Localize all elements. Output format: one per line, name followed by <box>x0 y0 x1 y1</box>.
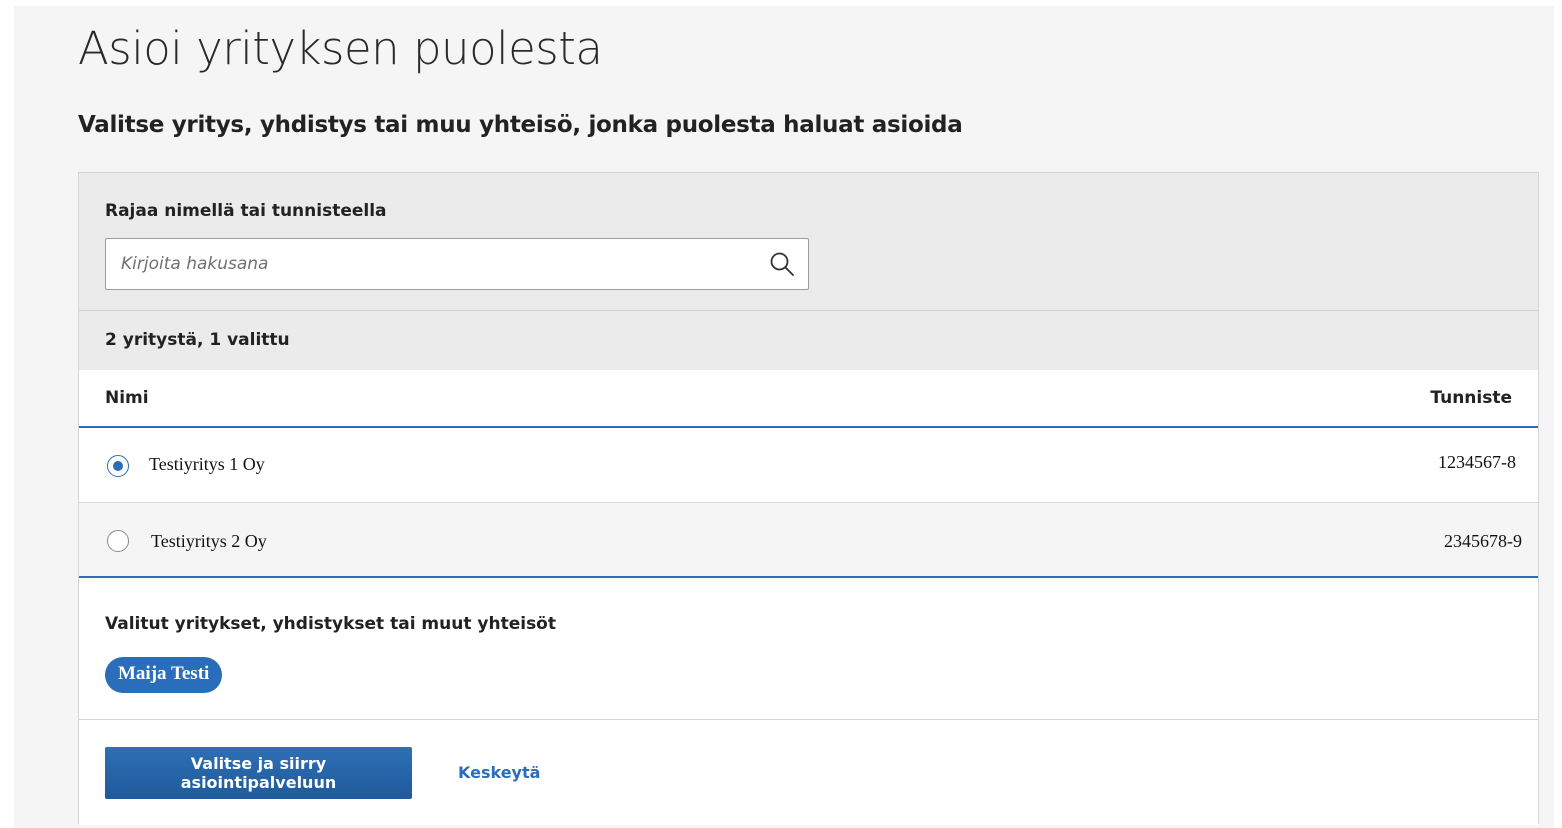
company-selection-panel: Rajaa nimellä tai tunnisteella 2 yrityst… <box>78 172 1539 825</box>
select-and-continue-button[interactable]: Valitse ja siirry asiointipalveluun <box>105 747 412 799</box>
company-name: Testiyritys 2 Oy <box>151 531 267 551</box>
search-input[interactable] <box>106 239 756 289</box>
page-subtitle: Valitse yritys, yhdistys tai muu yhteisö… <box>78 112 963 138</box>
company-id: 2345678-9 <box>1444 531 1522 551</box>
company-name: Testiyritys 1 Oy <box>149 454 265 474</box>
table-header: Nimi Tunniste <box>79 370 1538 428</box>
selected-section: Valitut yritykset, yhdistykset tai muut … <box>79 578 1538 720</box>
action-bar: Valitse ja siirry asiointipalveluun Kesk… <box>79 720 1538 825</box>
filter-label: Rajaa nimellä tai tunnisteella <box>105 201 387 221</box>
column-header-name: Nimi <box>105 388 149 408</box>
results-count: 2 yritystä, 1 valittu <box>105 330 290 350</box>
company-id: 1234567-8 <box>1438 452 1516 472</box>
column-header-id: Tunniste <box>1430 388 1512 408</box>
table-row[interactable]: Testiyritys 2 Oy 2345678-9 <box>79 503 1538 578</box>
results-count-bar: 2 yritystä, 1 valittu <box>79 311 1538 370</box>
search-box <box>105 238 809 290</box>
selected-chip[interactable]: Maija Testi <box>105 657 223 693</box>
radio-button-selected[interactable] <box>107 455 129 477</box>
filter-area: Rajaa nimellä tai tunnisteella <box>79 173 1538 311</box>
page-title: Asioi yrityksen puolesta <box>78 22 603 75</box>
table-row[interactable]: Testiyritys 1 Oy 1234567-8 <box>79 428 1538 503</box>
cancel-link[interactable]: Keskeytä <box>458 763 540 782</box>
search-icon[interactable] <box>768 250 796 278</box>
selected-label: Valitut yritykset, yhdistykset tai muut … <box>105 614 556 634</box>
radio-button[interactable] <box>107 530 129 552</box>
